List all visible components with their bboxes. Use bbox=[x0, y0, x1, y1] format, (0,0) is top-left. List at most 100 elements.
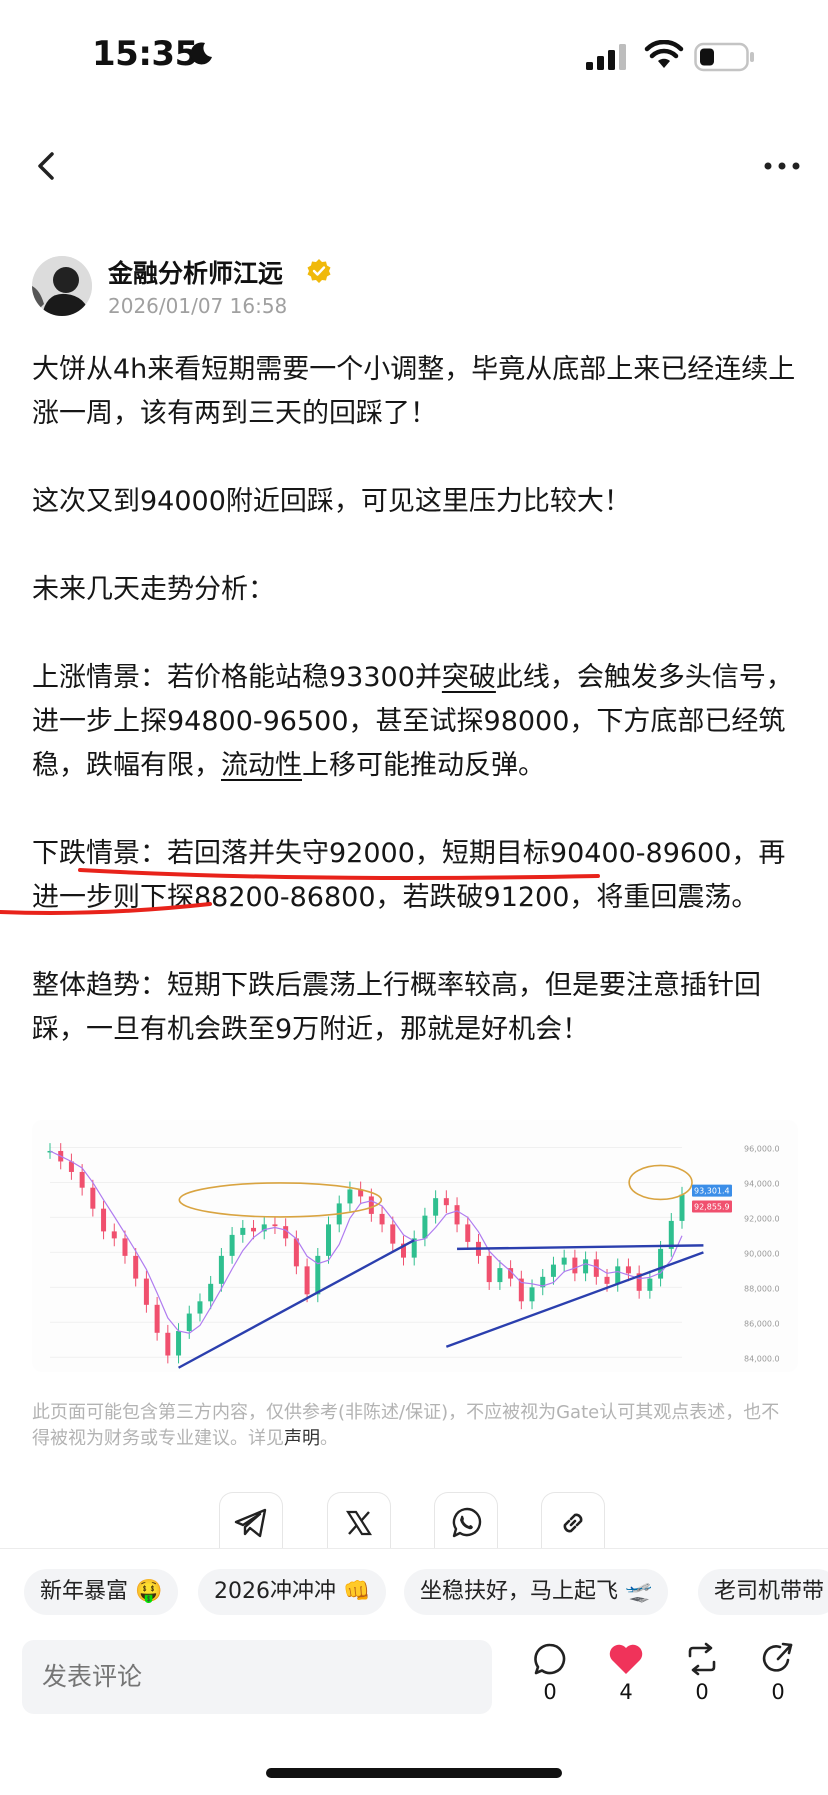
price-label: 93,301.4 bbox=[694, 1187, 730, 1196]
moving-average-line bbox=[49, 1150, 683, 1334]
repost-count: 0 bbox=[695, 1680, 709, 1704]
candle-body bbox=[240, 1227, 246, 1235]
topic-tags-bar: 新年暴富 🤑 2026冲冲冲 👊 坐稳扶好，马上起飞 🛫 老司机带带 bbox=[0, 1548, 828, 1628]
candle-body bbox=[422, 1215, 428, 1239]
candle-body bbox=[486, 1255, 492, 1283]
repost-button[interactable]: 0 bbox=[672, 1642, 732, 1722]
status-bar: 15:35 bbox=[0, 0, 828, 110]
y-tick-label: 96,000.0 bbox=[744, 1144, 780, 1153]
whatsapp-icon bbox=[452, 1507, 482, 1537]
statement-link[interactable]: 声明 bbox=[284, 1428, 320, 1449]
comment-icon bbox=[534, 1643, 566, 1675]
disclaimer-end: 。 bbox=[320, 1428, 338, 1449]
candle-body bbox=[433, 1198, 439, 1216]
candle-body bbox=[583, 1259, 589, 1274]
heart-icon bbox=[609, 1644, 643, 1674]
candle-body bbox=[272, 1224, 278, 1227]
candle-body bbox=[208, 1283, 214, 1302]
signal-icon bbox=[586, 44, 626, 70]
post-paragraph: 下跌情景：若回落并失守92000，短期目标90400-89600，再进一步则下探… bbox=[32, 838, 786, 913]
share-row bbox=[0, 1492, 828, 1552]
chart-svg: 96,000.0 94,000.0 92,000.0 90,000.0 88,000.0… bbox=[47, 1143, 780, 1369]
candle-body bbox=[186, 1313, 192, 1332]
candle-body bbox=[497, 1268, 503, 1283]
share-whatsapp-button[interactable] bbox=[434, 1492, 498, 1552]
comment-input[interactable] bbox=[22, 1640, 492, 1714]
candle-body bbox=[550, 1264, 556, 1277]
candle-body bbox=[604, 1276, 610, 1284]
wifi-icon bbox=[644, 40, 684, 68]
candle-body bbox=[326, 1224, 332, 1256]
candle-body bbox=[529, 1287, 535, 1302]
candle-body bbox=[647, 1278, 653, 1291]
post-timestamp: 2026/01/07 16:58 bbox=[108, 294, 288, 318]
candle-body bbox=[154, 1304, 160, 1333]
y-tick-label: 88,000.0 bbox=[744, 1284, 780, 1293]
y-tick-label: 92,000.0 bbox=[744, 1214, 780, 1223]
y-tick-label: 84,000.0 bbox=[744, 1354, 780, 1363]
like-button[interactable]: 4 bbox=[596, 1642, 656, 1722]
candle-body bbox=[615, 1266, 621, 1284]
topic-tag[interactable]: 坐稳扶好，马上起飞 🛫 bbox=[404, 1569, 669, 1615]
trendline bbox=[457, 1244, 704, 1251]
candle-body bbox=[443, 1198, 449, 1206]
candle-body bbox=[122, 1238, 128, 1256]
candle-body bbox=[679, 1194, 685, 1221]
price-label: 92,855.9 bbox=[694, 1202, 730, 1211]
topic-tag[interactable]: 2026冲冲冲 👊 bbox=[198, 1569, 387, 1615]
post-paragraph: 大饼从4h来看短期需要一个小调整，毕竟从底部上来已经连续上涨一周，该有两到三天的… bbox=[32, 354, 796, 429]
disclaimer-text: 此页面可能包含第三方内容，仅供参考(非陈述/保证)，不应被视为Gate认可其观点… bbox=[32, 1402, 780, 1449]
topic-tag[interactable]: 新年暴富 🤑 bbox=[24, 1569, 179, 1615]
post-paragraph: 上涨情景：若价格能站稳93300并突破此线，会触发多头信号，进一步上探94800… bbox=[32, 656, 802, 788]
post-text: 上涨情景：若价格能站稳93300并 bbox=[32, 662, 442, 693]
candle-body bbox=[454, 1205, 460, 1225]
share-x-button[interactable] bbox=[327, 1492, 391, 1552]
x-icon bbox=[345, 1510, 373, 1535]
chevron-left-icon[interactable] bbox=[28, 146, 68, 186]
link-icon bbox=[563, 1513, 583, 1532]
repost-icon bbox=[688, 1642, 716, 1676]
y-tick-label: 90,000.0 bbox=[744, 1249, 780, 1258]
post-paragraph: 这次又到94000附近回踩，可见这里压力比较大！ bbox=[32, 486, 631, 517]
y-tick-label: 94,000.0 bbox=[744, 1179, 780, 1188]
term-link[interactable]: 突破 bbox=[442, 662, 496, 693]
battery-icon bbox=[694, 42, 754, 72]
candle-body bbox=[143, 1278, 149, 1305]
home-indicator bbox=[266, 1768, 562, 1778]
more-horizontal-icon[interactable] bbox=[762, 156, 802, 176]
author-name[interactable]: 金融分析师江远 bbox=[108, 254, 283, 290]
candle-body bbox=[561, 1257, 567, 1265]
candle-body bbox=[625, 1266, 631, 1274]
disclaimer: 此页面可能包含第三方内容，仅供参考(非陈述/保证)，不应被视为Gate认可其观点… bbox=[32, 1400, 792, 1452]
share-telegram-button[interactable] bbox=[219, 1492, 283, 1552]
candle-body bbox=[218, 1255, 224, 1284]
status-time: 15:35 bbox=[92, 34, 198, 74]
post-paragraph: 未来几天走势分析： bbox=[32, 574, 275, 605]
candle-body bbox=[90, 1187, 96, 1209]
price-chart[interactable]: 96,000.0 94,000.0 92,000.0 90,000.0 88,000.0… bbox=[32, 1120, 798, 1372]
copy-link-button[interactable] bbox=[541, 1492, 605, 1552]
share-count: 0 bbox=[771, 1680, 785, 1704]
avatar[interactable] bbox=[32, 256, 92, 316]
candle-body bbox=[347, 1189, 353, 1204]
share-button[interactable]: 0 bbox=[748, 1642, 808, 1722]
candle-body bbox=[229, 1234, 235, 1256]
moon-icon bbox=[190, 42, 212, 65]
candle-body bbox=[304, 1266, 310, 1295]
verified-badge-icon bbox=[307, 259, 331, 283]
candle-body bbox=[465, 1224, 471, 1242]
post-paragraph: 整体趋势：短期下跌后震荡上行概率较高，但是要注意插针回踩，一旦有机会跌至9万附近… bbox=[32, 970, 761, 1045]
term-link[interactable]: 流动性 bbox=[221, 750, 302, 781]
post-text: 上移可能推动反弹。 bbox=[302, 750, 545, 781]
post-content: 大饼从4h来看短期需要一个小调整，毕竟从底部上来已经连续上涨一周，该有两到三天的… bbox=[32, 348, 802, 1052]
telegram-icon bbox=[234, 1508, 267, 1537]
candle-body bbox=[379, 1213, 385, 1225]
candle-body bbox=[101, 1208, 107, 1232]
like-count: 4 bbox=[619, 1680, 633, 1704]
candle-body bbox=[368, 1196, 374, 1214]
candle-body bbox=[133, 1255, 139, 1279]
topic-tag[interactable]: 老司机带带 bbox=[698, 1569, 828, 1615]
candle-body bbox=[251, 1227, 257, 1232]
comment-button[interactable]: 0 bbox=[520, 1642, 580, 1722]
candle-body bbox=[111, 1231, 117, 1239]
